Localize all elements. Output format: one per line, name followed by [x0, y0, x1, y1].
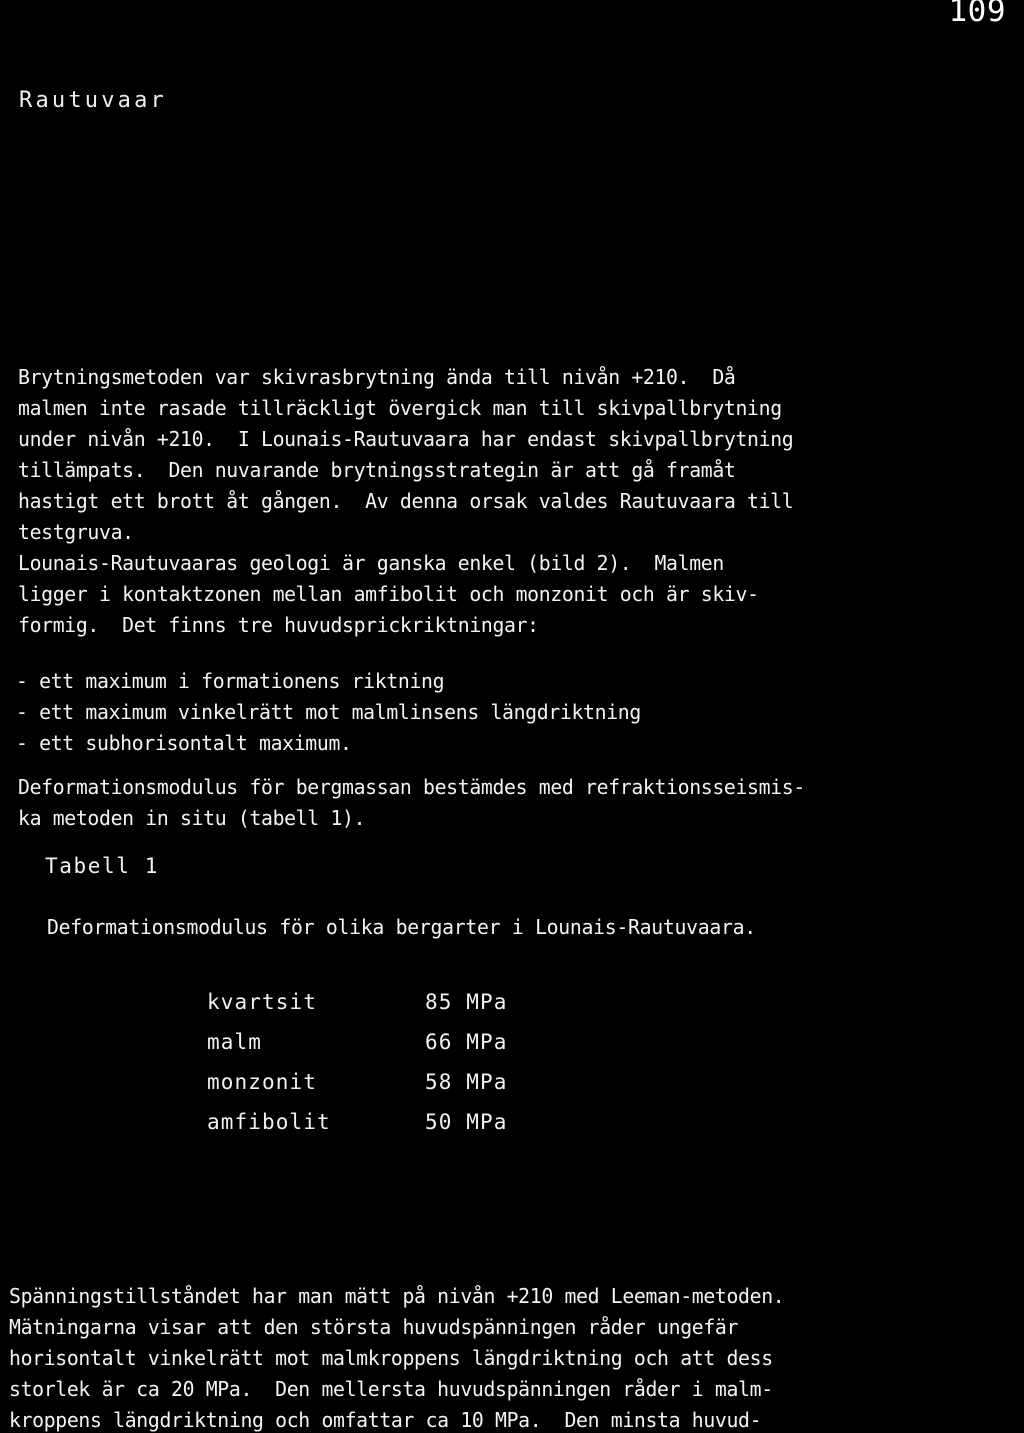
table-caption: Deformationsmodulus för olika bergarter …: [47, 915, 756, 939]
paragraph-stress-state: Spänningstillståndet har man mätt på niv…: [9, 1284, 785, 1432]
table-cell-value: 58 MPa: [425, 1070, 508, 1094]
table-row: malm 66 MPa: [207, 1022, 507, 1062]
table-label: Tabell 1: [45, 854, 159, 878]
table-cell-rock: amfibolit: [207, 1110, 331, 1134]
table-cell-rock: monzonit: [207, 1070, 317, 1094]
table-cell-rock: kvartsit: [207, 990, 317, 1014]
paragraph-mining-method: Brytningsmetoden var skivrasbrytning änd…: [18, 365, 794, 544]
fracture-direction-list: - ett maximum i formationens riktning - …: [16, 666, 962, 759]
page-number: 109: [948, 0, 1006, 29]
document-page: 109 Rautuvaar Brytningsmetoden var skivr…: [0, 0, 1024, 1433]
table-row: kvartsit 85 MPa: [207, 982, 507, 1022]
table-row: monzonit 58 MPa: [207, 1062, 507, 1102]
paragraph-geology: Lounais-Rautuvaaras geologi är ganska en…: [18, 551, 759, 637]
paragraph-deformation-modulus: Deformationsmodulus för bergmassan bestä…: [18, 775, 805, 830]
running-header: Rautuvaar: [19, 88, 168, 113]
figure-placeholder-region: [0, 130, 1024, 355]
table-cell-rock: malm: [207, 1030, 262, 1054]
table-row: amfibolit 50 MPa: [207, 1102, 507, 1142]
deformation-modulus-table: kvartsit 85 MPa malm 66 MPa monzonit 58 …: [207, 982, 507, 1142]
list-item: - ett maximum i formationens riktning: [16, 669, 445, 693]
table-cell-value: 85 MPa: [425, 990, 508, 1014]
table-cell-value: 50 MPa: [425, 1110, 508, 1134]
table-cell-value: 66 MPa: [425, 1030, 508, 1054]
list-item: - ett maximum vinkelrätt mot malmlinsens…: [16, 700, 641, 724]
list-item: - ett subhorisontalt maximum.: [16, 731, 352, 755]
